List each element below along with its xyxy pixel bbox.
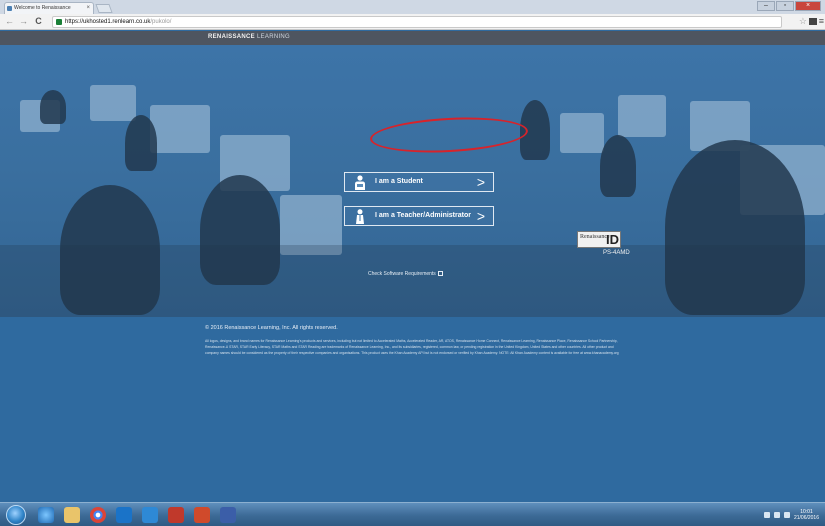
student-button-label: I am a Student — [375, 178, 423, 185]
extension-icon[interactable] — [809, 18, 817, 25]
publisher-icon[interactable] — [220, 507, 236, 523]
check-requirements-label: Check Software Requirements — [368, 271, 436, 277]
site-header: RENAISSANCE LEARNING — [0, 31, 825, 45]
lock-icon — [56, 19, 62, 25]
copyright-text: © 2016 Renaissance Learning, Inc. All ri… — [205, 325, 338, 331]
teacher-login-button[interactable]: I am a Teacher/Administrator > — [344, 206, 494, 226]
powerpoint-icon[interactable] — [194, 507, 210, 523]
maximize-button[interactable]: ▫ — [776, 1, 794, 11]
renaissance-id-logo: Renaissance ID — [577, 231, 621, 248]
legal-text: All logos, designs, and brand names for … — [205, 339, 619, 355]
chevron-right-icon: > — [476, 174, 485, 190]
window-controls: – ▫ × — [756, 1, 821, 12]
url-host: https://ukhosted1.renlearn.co.uk — [65, 19, 151, 25]
page-footer: © 2016 Renaissance Learning, Inc. All ri… — [0, 317, 825, 502]
onedrive-icon[interactable] — [142, 507, 158, 523]
reload-button[interactable]: C — [33, 16, 44, 27]
app-icon[interactable] — [168, 507, 184, 523]
chevron-right-icon: > — [476, 208, 485, 224]
clock-date: 21/06/2016 — [793, 515, 819, 521]
new-tab-button[interactable] — [95, 4, 113, 13]
bookmark-star-icon[interactable]: ☆ — [799, 16, 807, 27]
browser-menu-icon[interactable]: ≡ — [819, 16, 824, 27]
close-window-button[interactable]: × — [795, 1, 821, 11]
renaissance-logo: RENAISSANCE LEARNING — [208, 34, 290, 40]
tab-title: Welcome to Renaissance — [14, 5, 71, 11]
brand-bold: RENAISSANCE — [208, 34, 255, 40]
url-path: /pukolo/ — [150, 19, 172, 25]
internet-explorer-icon[interactable] — [38, 507, 54, 523]
external-link-icon — [437, 271, 443, 276]
browser-titlebar: Welcome to Renaissance × – ▫ × — [0, 0, 825, 14]
teacher-icon — [356, 209, 364, 224]
minimize-button[interactable]: – — [757, 1, 775, 11]
windows-taskbar: 10:01 21/06/2016 — [0, 502, 825, 526]
network-icon[interactable] — [763, 512, 770, 518]
student-login-button[interactable]: I am a Student > — [344, 172, 494, 192]
volume-icon[interactable] — [773, 512, 780, 518]
browser-tab[interactable]: Welcome to Renaissance × — [4, 2, 94, 14]
student-icon — [355, 175, 365, 190]
teacher-button-label: I am a Teacher/Administrator — [375, 212, 471, 219]
browser-toolbar: ← → C https://ukhosted1.renlearn.co.uk/p… — [0, 14, 825, 30]
start-button[interactable] — [6, 505, 26, 525]
renaissance-id-code: PS-4AMD — [603, 250, 630, 256]
flag-icon[interactable] — [783, 512, 790, 518]
clock[interactable]: 10:01 21/06/2016 — [794, 509, 819, 521]
back-button[interactable]: ← — [4, 16, 15, 27]
tab-close-button[interactable]: × — [86, 3, 90, 14]
address-bar[interactable]: https://ukhosted1.renlearn.co.uk/pukolo/ — [52, 16, 782, 28]
outlook-icon[interactable] — [116, 507, 132, 523]
system-tray: 10:01 21/06/2016 — [763, 506, 819, 524]
hero-background: I am a Student > I am a Teacher/Administ… — [0, 45, 825, 317]
file-explorer-icon[interactable] — [64, 507, 80, 523]
forward-button[interactable]: → — [18, 16, 29, 27]
renaissance-id-suffix: ID — [606, 232, 619, 247]
check-software-requirements-link[interactable]: Check Software Requirements — [368, 271, 443, 277]
brand-light: LEARNING — [254, 34, 291, 40]
chrome-icon[interactable] — [90, 507, 106, 523]
favicon-icon — [7, 6, 12, 11]
